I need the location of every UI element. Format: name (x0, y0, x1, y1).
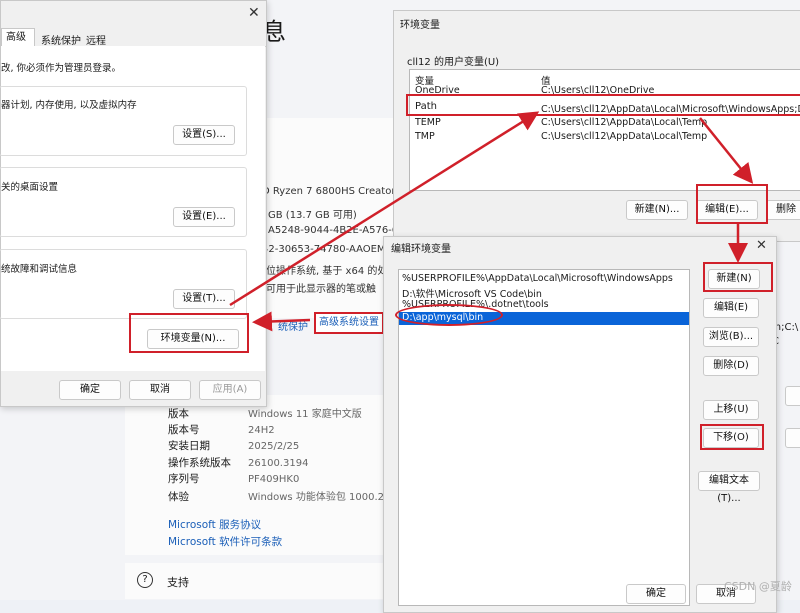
watermark: CSDN @夏龄 (724, 580, 792, 593)
arrow-path-to-edit (699, 117, 754, 184)
annotation-arrows (229, 111, 754, 332)
arrow-advanced-to-env (252, 311, 311, 332)
arrow-env-to-path (229, 111, 540, 307)
